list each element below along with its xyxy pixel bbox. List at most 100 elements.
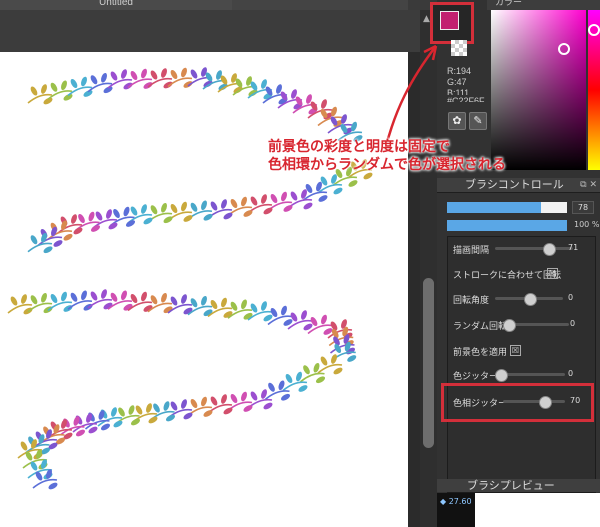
hue-cursor[interactable]: [588, 24, 600, 36]
rotation-angle-slider[interactable]: [495, 293, 563, 306]
apply-foreground-checkbox[interactable]: ☒: [510, 345, 521, 356]
interval-knob[interactable]: [542, 243, 556, 256]
brush-stroke-leaf: [10, 296, 18, 306]
color-jitter-knob[interactable]: [495, 369, 508, 382]
brush-stroke-leaf: [301, 310, 307, 320]
brush-stroke-leaf: [121, 69, 127, 79]
random-rotation-slider[interactable]: [503, 319, 569, 332]
drawing-canvas[interactable]: [0, 52, 408, 527]
document-tab[interactable]: Untitled: [0, 0, 232, 10]
brush-stroke-leaf: [230, 198, 238, 209]
brush-stroke-leaf: [170, 296, 178, 306]
vertical-scrollbar[interactable]: ▲: [420, 10, 437, 527]
brush-stroke-leaf: [48, 482, 58, 490]
brush-stroke-leaf: [241, 196, 247, 207]
brush-stroke-leaf: [331, 354, 337, 364]
brush-stroke-leaf: [221, 199, 227, 209]
brush-stroke-leaf: [41, 84, 47, 94]
brush-stroke-leaf: [303, 202, 313, 210]
brush-stroke-leaf: [146, 403, 152, 413]
brush-strokes: [7, 67, 373, 490]
brush-stroke-leaf: [70, 292, 78, 302]
brush-stroke-leaf: [130, 206, 138, 216]
brush-stroke-leaf: [148, 416, 158, 424]
brush-stroke-leaf: [333, 187, 343, 195]
brush-stroke-leaf: [221, 394, 227, 404]
rotate-stroke-checkbox[interactable]: ☒: [547, 268, 558, 279]
param-row-random-rotation[interactable]: ランダム回転 0: [453, 318, 593, 332]
brush-opacity-fill: [447, 220, 567, 231]
brush-stroke-leaf: [183, 81, 193, 88]
param-row-interval[interactable]: 描画間隔 71: [453, 242, 593, 256]
param-row-apply-foreground[interactable]: 前景色を適用 ☒: [453, 344, 593, 358]
brush-stroke-leaf: [121, 290, 127, 301]
brush-control-title: ブラシコントロール: [465, 178, 564, 191]
brush-stroke-leaf: [261, 301, 267, 311]
rotation-angle-knob[interactable]: [523, 293, 537, 306]
brush-stroke-leaf: [61, 291, 67, 302]
transparent-swatch[interactable]: [451, 40, 467, 56]
annotation-line-1: 前景色の彩度と明度は固定で: [268, 139, 450, 155]
brush-stroke-leaf: [210, 201, 218, 211]
param-row-rotation-angle[interactable]: 回転角度 0: [453, 292, 593, 306]
brush-stroke-leaf: [41, 292, 47, 303]
brush-stroke-leaf: [63, 93, 73, 101]
brush-stroke-leaf: [298, 385, 308, 392]
brush-stroke-leaf: [90, 291, 98, 301]
brush-stroke-leaf: [50, 82, 58, 92]
brush-size-bar[interactable]: [447, 202, 567, 213]
brush-stroke-leaf: [261, 194, 267, 204]
brush-stroke-leaf: [78, 213, 85, 224]
brush-stroke-leaf: [263, 402, 273, 410]
brush-size-readout: ◆ 27.60: [440, 497, 472, 506]
eyedropper-icon[interactable]: ✎: [469, 112, 487, 130]
brush-preview-header: ブラシプレビュー: [437, 479, 600, 492]
interval-slider[interactable]: [495, 243, 573, 256]
param-label-rotation-angle: 回転角度: [453, 296, 490, 306]
brush-stroke-leaf: [318, 195, 328, 202]
brush-stroke-leaf: [165, 414, 176, 422]
brush-opacity-bar[interactable]: [447, 220, 567, 231]
brush-stroke-leaf: [281, 191, 287, 202]
brush-stroke-leaf: [315, 376, 326, 384]
foreground-color-highlight[interactable]: [430, 2, 474, 44]
color-jitter-slider[interactable]: [495, 369, 565, 382]
brush-stroke-leaf: [170, 401, 178, 411]
param-row-color-jitter[interactable]: 色ジッター 0: [453, 368, 593, 382]
palette-icon[interactable]: ✿: [448, 112, 466, 130]
brush-stroke-leaf: [43, 246, 53, 254]
brush-stroke-leaf: [170, 203, 178, 214]
brush-control-header: ブラシコントロール ⧉ ✕: [437, 178, 600, 193]
brush-stroke-leaf: [268, 382, 275, 392]
brush-stroke-leaf: [181, 294, 187, 304]
param-label-random-rotation: ランダム回転: [453, 322, 508, 332]
document-tab-area: [232, 0, 408, 10]
brush-stroke-leaf: [90, 75, 98, 85]
brush-size-value[interactable]: 78: [572, 201, 594, 214]
brush-size-readout-value: 27.60: [448, 497, 472, 506]
brush-stroke-leaf: [135, 405, 143, 415]
brush-stroke-leaf: [30, 86, 38, 96]
brush-stroke-leaf: [241, 299, 247, 310]
foreground-color-swatch[interactable]: [440, 11, 459, 30]
brush-stroke-leaf: [111, 407, 117, 417]
brush-stroke-leaf: [348, 180, 358, 187]
blue-value: B:111: [447, 88, 470, 95]
random-rotation-knob[interactable]: [503, 319, 516, 332]
brush-stroke-leaf: [113, 420, 123, 428]
brush-stroke-leaf: [128, 405, 135, 415]
panel-controls-icon[interactable]: ⧉ ✕: [580, 178, 597, 192]
scroll-up-icon[interactable]: ▲: [423, 14, 430, 24]
color-panel-title: カラー: [495, 0, 523, 8]
brush-stroke-leaf: [63, 233, 73, 241]
brush-stroke-leaf: [118, 407, 125, 417]
param-row-rotate-stroke[interactable]: ストロークに合わせて回転 ☒: [453, 267, 593, 281]
brush-stroke-leaf: [201, 396, 207, 407]
scrollbar-thumb[interactable]: [423, 278, 434, 448]
brush-stroke-leaf: [53, 240, 63, 247]
brush-stroke-leaf: [101, 72, 107, 83]
brush-stroke-leaf: [71, 214, 77, 224]
brush-stroke-leaf: [210, 396, 218, 406]
param-label-interval: 描画間隔: [453, 246, 490, 256]
color-picker-cursor[interactable]: [558, 43, 570, 55]
